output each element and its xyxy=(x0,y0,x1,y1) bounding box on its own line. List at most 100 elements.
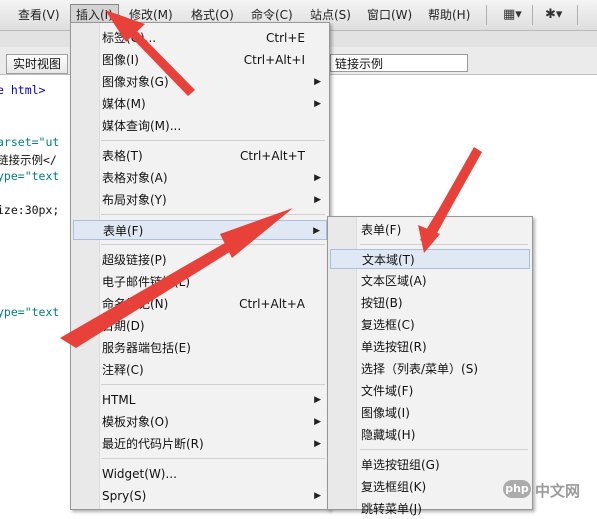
insert-menu-item[interactable]: 模板对象(O) ▶ xyxy=(73,412,327,432)
menu-help[interactable]: 帮助(H) xyxy=(423,5,475,25)
insert-menu-item[interactable]: 超级链接(P) xyxy=(73,250,327,270)
menu-separator xyxy=(360,449,528,450)
code-view[interactable]: e html> arset="ut 链接示例</ ype="text ize:3… xyxy=(0,75,70,508)
insert-menu-item-label: 表格对象(A) xyxy=(102,171,168,185)
menu-separator xyxy=(101,244,325,245)
form-submenu-item-label: 单选按钮(R) xyxy=(361,340,427,354)
form-submenu-item-label: 按钮(B) xyxy=(361,296,403,310)
gear-icon[interactable]: ✱▾ xyxy=(545,5,562,25)
submenu-arrow-icon: ▶ xyxy=(313,226,320,236)
menu-separator xyxy=(101,214,325,215)
menu-view[interactable]: 查看(V) xyxy=(13,5,65,25)
code-line: ype="text xyxy=(0,305,60,319)
menu-divider xyxy=(577,5,578,25)
submenu-arrow-icon: ▶ xyxy=(314,173,321,183)
insert-menu-item[interactable]: 表格对象(A) ▶ xyxy=(73,168,327,188)
insert-menu-item[interactable]: Widget(W)... xyxy=(73,464,327,484)
form-submenu-item[interactable]: 单选按钮组(G) xyxy=(330,455,530,475)
insert-menu-item[interactable]: 布局对象(Y) ▶ xyxy=(73,190,327,210)
menu-separator xyxy=(101,384,325,385)
menu-separator xyxy=(101,458,325,459)
watermark: php 中文网 xyxy=(503,478,593,502)
insert-menu-item[interactable]: 媒体(M) ▶ xyxy=(73,94,327,114)
code-line: ize:30px; xyxy=(0,203,60,217)
form-submenu-item[interactable]: 单选按钮(R) xyxy=(330,337,530,357)
form-submenu-item[interactable]: 复选框(C) xyxy=(330,315,530,335)
form-submenu-item[interactable]: 选择（列表/菜单）(S) xyxy=(330,359,530,379)
form-submenu-item[interactable]: 文本域(T) xyxy=(330,249,530,269)
live-view-button[interactable]: 实时视图 xyxy=(6,54,69,74)
layout-icon[interactable]: ▦▾ xyxy=(503,5,522,25)
insert-menu-item[interactable]: 表单(F) ▶ xyxy=(73,220,327,240)
watermark-text: 中文网 xyxy=(535,482,581,500)
form-submenu-item[interactable]: 表单(F) xyxy=(330,220,530,240)
code-line: 链接示例</ xyxy=(0,153,57,167)
insert-menu-item-label: 布局对象(Y) xyxy=(102,193,167,207)
form-submenu-item-label: 复选框组(K) xyxy=(361,480,427,494)
insert-menu-item-label: 模板对象(O) xyxy=(102,415,169,429)
menu-window[interactable]: 窗口(W) xyxy=(362,5,417,25)
submenu-arrow-icon: ▶ xyxy=(314,491,321,501)
watermark-logo: php xyxy=(503,480,531,498)
insert-menu-item-label: 注释(C) xyxy=(102,363,144,377)
submenu-arrow-icon: ▶ xyxy=(314,99,321,109)
menu-divider xyxy=(486,5,487,25)
form-submenu: 表单(F) 文本域(T) 文本区域(A) 按钮(B) 复选框(C) 单选按钮(R) 选择（列… xyxy=(327,216,533,516)
insert-menu: 标签(G)... Ctrl+E 图像(I) Ctrl+Alt+I 图像对象(G) ▶ 媒体(… xyxy=(70,22,330,510)
submenu-arrow-icon: ▶ xyxy=(314,195,321,205)
form-submenu-item-label: 跳转菜单(J) xyxy=(361,502,422,516)
insert-menu-item[interactable]: 电子邮件链接(L) xyxy=(73,272,327,292)
submenu-arrow-icon: ▶ xyxy=(314,77,321,87)
insert-menu-item[interactable]: 注释(C) xyxy=(73,360,327,380)
insert-menu-item[interactable]: 日期(D) xyxy=(73,316,327,336)
insert-menu-item-label: 标签(G)... xyxy=(102,31,157,45)
form-submenu-item-label: 复选框(C) xyxy=(361,318,415,332)
insert-menu-item-label: 表单(F) xyxy=(103,224,144,238)
code-line: ype="text xyxy=(0,169,60,183)
insert-menu-item-label: 图像对象(G) xyxy=(102,75,169,89)
insert-menu-item[interactable]: Spry(S) ▶ xyxy=(73,486,327,506)
insert-menu-item-shortcut: Ctrl+Alt+I xyxy=(243,53,305,67)
form-submenu-item-label: 文件域(F) xyxy=(361,384,414,398)
insert-menu-item-label: 表格(T) xyxy=(102,149,143,163)
insert-menu-item-shortcut: Ctrl+E xyxy=(266,31,305,45)
form-submenu-item-label: 表单(F) xyxy=(361,223,402,237)
form-submenu-item-label: 隐藏域(H) xyxy=(361,428,416,442)
form-submenu-item[interactable]: 文件域(F) xyxy=(330,381,530,401)
form-submenu-item[interactable]: 复选框组(K) xyxy=(330,477,530,497)
insert-menu-item[interactable]: 表格(T) Ctrl+Alt+T xyxy=(73,146,327,166)
insert-menu-item-label: Spry(S) xyxy=(102,489,147,503)
form-submenu-item[interactable]: 跳转菜单(J) xyxy=(330,499,530,519)
insert-menu-item[interactable]: 标签(G)... Ctrl+E xyxy=(73,28,327,48)
insert-menu-item[interactable]: 媒体查询(M)... xyxy=(73,116,327,136)
insert-menu-item-label: 超级链接(P) xyxy=(102,253,167,267)
form-submenu-item[interactable]: 隐藏域(H) xyxy=(330,425,530,445)
insert-menu-item[interactable]: HTML ▶ xyxy=(73,390,327,410)
insert-menu-item-label: 日期(D) xyxy=(102,319,145,333)
form-submenu-item[interactable]: 图像域(I) xyxy=(330,403,530,423)
insert-menu-item-label: 电子邮件链接(L) xyxy=(102,275,191,289)
insert-menu-item-shortcut: Ctrl+Alt+T xyxy=(239,149,305,163)
form-submenu-item[interactable]: 文本区域(A) xyxy=(330,271,530,291)
insert-menu-item-label: Widget(W)... xyxy=(102,467,177,481)
insert-menu-item-shortcut: Ctrl+Alt+A xyxy=(239,297,305,311)
title-field[interactable]: 链接示例 xyxy=(330,54,468,72)
insert-menu-item-label: 媒体查询(M)... xyxy=(102,119,182,133)
menu-separator xyxy=(360,244,528,245)
form-submenu-item[interactable]: 按钮(B) xyxy=(330,293,530,313)
insert-menu-item[interactable]: 服务器端包括(E) xyxy=(73,338,327,358)
form-submenu-item-label: 选择（列表/菜单）(S) xyxy=(361,362,479,376)
insert-menu-item[interactable]: 最近的代码片断(R) ▶ xyxy=(73,434,327,454)
submenu-arrow-icon: ▶ xyxy=(314,395,321,405)
insert-menu-item[interactable]: 图像对象(G) ▶ xyxy=(73,72,327,92)
insert-menu-item-label: 图像(I) xyxy=(102,53,139,67)
submenu-arrow-icon: ▶ xyxy=(314,439,321,449)
insert-menu-item-label: 命名锚记(N) xyxy=(102,297,169,311)
insert-menu-item-label: 媒体(M) xyxy=(102,97,146,111)
insert-menu-item-label: 服务器端包括(E) xyxy=(102,341,191,355)
insert-menu-item-label: 最近的代码片断(R) xyxy=(102,437,204,451)
insert-menu-item[interactable]: 命名锚记(N) Ctrl+Alt+A xyxy=(73,294,327,314)
menu-separator xyxy=(101,140,325,141)
insert-menu-item[interactable]: 图像(I) Ctrl+Alt+I xyxy=(73,50,327,70)
code-line: e html> xyxy=(0,83,46,97)
